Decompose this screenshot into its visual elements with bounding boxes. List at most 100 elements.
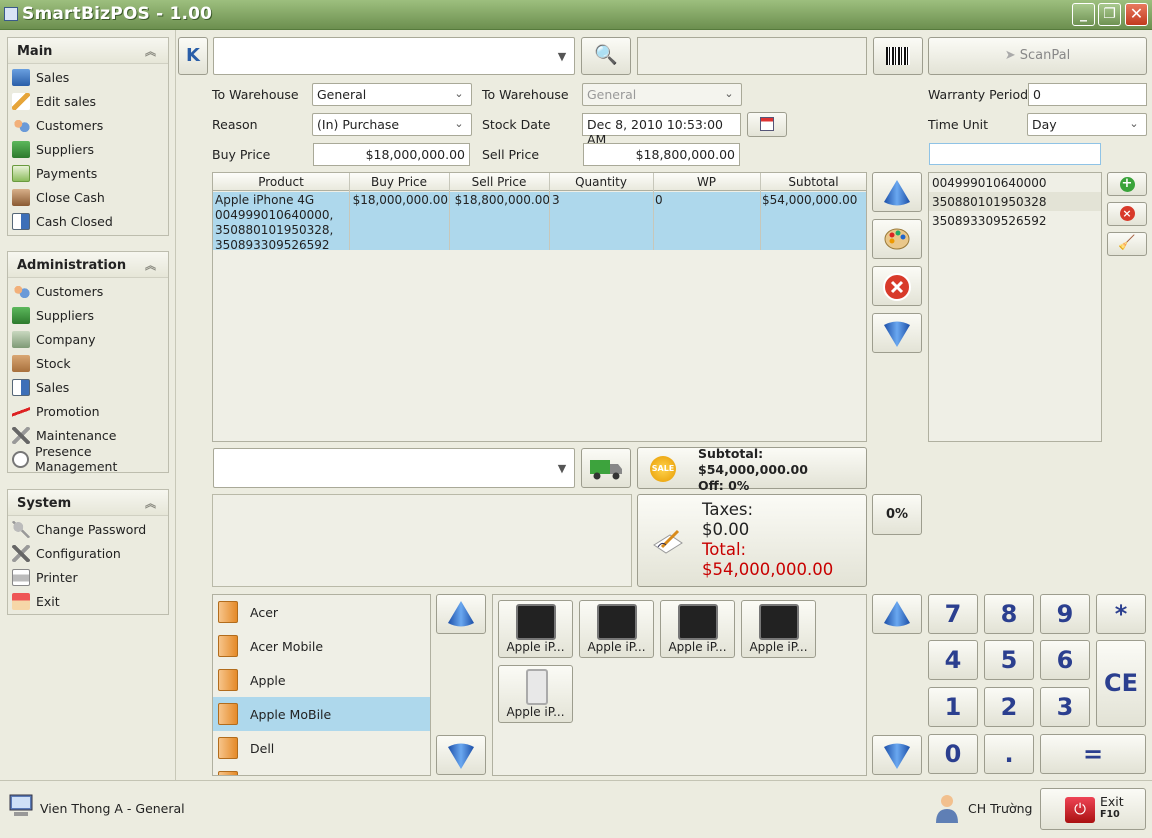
keypad-5[interactable]: 5: [984, 640, 1034, 680]
search-button[interactable]: 🔍: [581, 37, 631, 75]
sidebar-item-suppliers[interactable]: Suppliers: [8, 137, 168, 161]
sidebar-item-stock[interactable]: Stock: [8, 351, 168, 375]
list-item[interactable]: 350880101950328: [929, 192, 1101, 211]
palette-button[interactable]: [872, 219, 922, 259]
stock-date-field[interactable]: Dec 8, 2010 10:53:00 AM: [582, 113, 741, 147]
keypad-2[interactable]: 2: [984, 687, 1034, 727]
sidebar-item-customers[interactable]: Customers: [8, 113, 168, 137]
column-header[interactable]: Sell Price: [449, 175, 549, 189]
product-search-combo[interactable]: ▼: [213, 37, 575, 75]
sidebar-item-admin-suppliers[interactable]: Suppliers: [8, 303, 168, 327]
column-header[interactable]: Quantity: [549, 175, 653, 189]
keypad-multiply[interactable]: *: [1096, 594, 1146, 634]
list-item[interactable]: 004999010640000: [929, 173, 1101, 192]
barcode-display-field[interactable]: [637, 37, 867, 75]
keypad-decimal[interactable]: .: [984, 734, 1034, 774]
list-item[interactable]: Acer Mobile: [213, 629, 430, 663]
sidebar-system-header[interactable]: System ︽: [8, 490, 168, 516]
keypad-0[interactable]: 0: [928, 734, 978, 774]
sidebar-item-edit-sales[interactable]: Edit sales: [8, 89, 168, 113]
sidebar-item-payments[interactable]: Payments: [8, 161, 168, 185]
sidebar-admin-header[interactable]: Administration ︽: [8, 252, 168, 278]
list-item[interactable]: Apple MoBile: [213, 697, 430, 731]
keypad-8[interactable]: 8: [984, 594, 1034, 634]
remove-serial-button[interactable]: ×: [1107, 202, 1147, 226]
maximize-button[interactable]: ❐: [1098, 3, 1121, 26]
to-warehouse-select[interactable]: General ⌄: [312, 83, 472, 106]
collapse-icon[interactable]: ︽: [145, 495, 156, 511]
sidebar-item-change-password[interactable]: Change Password: [8, 517, 168, 541]
warranty-period-field[interactable]: 0: [1028, 83, 1147, 106]
move-up-button[interactable]: [872, 172, 922, 212]
supplier-combo[interactable]: ▼: [213, 448, 575, 488]
sidebar-main: Main ︽ Sales Edit sales Customers Supplie…: [7, 37, 169, 236]
table-row[interactable]: Apple iPhone 4G 004999010640000, 3508801…: [213, 192, 866, 252]
product-tile[interactable]: Apple iP...: [660, 600, 735, 658]
calendar-button[interactable]: [747, 112, 787, 137]
sidebar-item-promotion[interactable]: Promotion: [8, 399, 168, 423]
product-tile[interactable]: Apple iP...: [498, 600, 573, 658]
collapse-icon[interactable]: ︽: [145, 43, 156, 59]
keypad-6[interactable]: 6: [1040, 640, 1090, 680]
reason-select[interactable]: (In) Purchase ⌄: [312, 113, 472, 136]
sell-price-field[interactable]: $18,800,000.00: [583, 143, 740, 166]
delete-line-button[interactable]: [872, 266, 922, 306]
keypad-7[interactable]: 7: [928, 594, 978, 634]
notes-area[interactable]: [212, 494, 632, 587]
collapse-icon[interactable]: ︽: [145, 257, 156, 273]
sidebar-item-sales[interactable]: Sales: [8, 65, 168, 89]
sidebar-item-company[interactable]: Company: [8, 327, 168, 351]
list-item[interactable]: [213, 765, 430, 775]
product-scroll-down-button[interactable]: [872, 735, 922, 775]
supplier-button[interactable]: [581, 448, 631, 488]
keypad-equals[interactable]: =: [1040, 734, 1146, 774]
column-header[interactable]: Subtotal: [760, 175, 867, 189]
sidebar-item-cash-closed[interactable]: Cash Closed: [8, 209, 168, 233]
product-scroll-up-button[interactable]: [872, 594, 922, 634]
minimize-button[interactable]: _: [1072, 3, 1095, 26]
chevron-down-icon[interactable]: ▼: [554, 38, 570, 74]
column-header[interactable]: WP: [653, 175, 760, 189]
product-tile[interactable]: Apple iP...: [741, 600, 816, 658]
sidebar-item-presence[interactable]: Presence Management: [8, 444, 168, 474]
clear-serial-button[interactable]: 🧹: [1107, 232, 1147, 256]
buy-price-field[interactable]: $18,000,000.00: [313, 143, 470, 166]
list-item[interactable]: 350893309526592: [929, 211, 1101, 230]
category-scroll-down-button[interactable]: [436, 735, 486, 775]
ipad-icon: [759, 604, 799, 640]
sidebar-item-admin-customers[interactable]: Customers: [8, 279, 168, 303]
keypad-3[interactable]: 3: [1040, 687, 1090, 727]
barcode-button[interactable]: [873, 37, 923, 75]
product-line: 350880101950328,: [215, 223, 334, 237]
serial-number-input[interactable]: [929, 143, 1101, 165]
sidebar-item-configuration[interactable]: Configuration: [8, 541, 168, 565]
scanpal-button[interactable]: ➤ ScanPal: [928, 37, 1147, 75]
list-item[interactable]: Dell: [213, 731, 430, 765]
sidebar-item-close-cash[interactable]: Close Cash: [8, 185, 168, 209]
column-header[interactable]: Buy Price: [349, 175, 449, 189]
chart-icon: [12, 402, 30, 420]
sidebar-item-printer[interactable]: Printer: [8, 565, 168, 589]
keypad-9[interactable]: 9: [1040, 594, 1090, 634]
exit-button[interactable]: ⏻ Exit F10: [1040, 788, 1146, 830]
list-item[interactable]: Acer: [213, 595, 430, 629]
add-serial-button[interactable]: +: [1107, 172, 1147, 196]
product-tile[interactable]: Apple iP...: [579, 600, 654, 658]
keypad-1[interactable]: 1: [928, 687, 978, 727]
sidebar-main-header[interactable]: Main ︽: [8, 38, 168, 64]
collapse-sidebar-button[interactable]: K: [178, 37, 208, 75]
keypad-clear-entry[interactable]: CE: [1096, 640, 1146, 727]
category-scroll-up-button[interactable]: [436, 594, 486, 634]
time-unit-select[interactable]: Day ⌄: [1027, 113, 1147, 136]
move-down-button[interactable]: [872, 313, 922, 353]
sidebar-item-admin-sales[interactable]: Sales: [8, 375, 168, 399]
sidebar-item-exit[interactable]: Exit: [8, 589, 168, 613]
location-label: Vien Thong A - General: [40, 801, 185, 816]
list-item[interactable]: Apple: [213, 663, 430, 697]
discount-button[interactable]: 0%: [872, 494, 922, 535]
product-tile[interactable]: Apple iP...: [498, 665, 573, 723]
close-button[interactable]: ✕: [1125, 3, 1148, 26]
chevron-down-icon[interactable]: ▼: [554, 449, 570, 487]
keypad-4[interactable]: 4: [928, 640, 978, 680]
column-header[interactable]: Product: [213, 175, 349, 189]
